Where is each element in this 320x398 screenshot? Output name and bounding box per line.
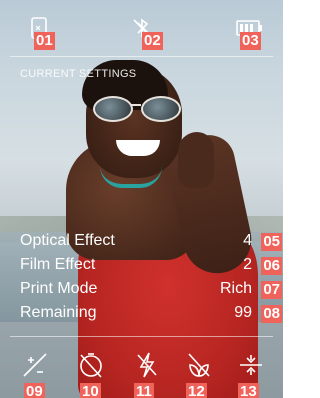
setting-row-optical-effect: Optical Effect 4 05 (20, 232, 282, 252)
macro-off-icon[interactable] (184, 350, 214, 380)
tag-07: 07 (261, 281, 282, 299)
tag-08: 08 (261, 305, 282, 323)
setting-label: Remaining (20, 304, 97, 321)
bottom-divider (10, 336, 273, 337)
setting-row-film-effect: Film Effect 2 06 (20, 256, 282, 276)
tag-09: 09 (24, 383, 45, 398)
tag-03: 03 (240, 32, 261, 50)
setting-row-print-mode: Print Mode Rich 07 (20, 280, 282, 300)
tag-05: 05 (261, 233, 282, 251)
settings-title: CURRENT SETTINGS (20, 68, 137, 80)
tag-10: 10 (80, 383, 101, 398)
tag-06: 06 (261, 257, 282, 275)
setting-label: Print Mode (20, 280, 98, 297)
setting-value: 4 (243, 232, 252, 249)
tag-13: 13 (238, 383, 259, 398)
tag-11: 11 (134, 383, 154, 398)
setting-value: Rich (219, 280, 252, 297)
setting-row-remaining: Remaining 99 08 (20, 304, 282, 324)
flash-off-icon[interactable] (132, 350, 162, 380)
setting-value: 99 (234, 304, 252, 321)
self-timer-off-icon[interactable] (76, 350, 106, 380)
tag-01: 01 (34, 32, 55, 50)
tag-12: 12 (186, 383, 207, 398)
settings-overlay: 01 02 03 CURRENT SETTINGS Optical Effect… (0, 0, 283, 398)
exposure-compensation-icon[interactable] (20, 350, 50, 380)
camera-screen: 01 02 03 CURRENT SETTINGS Optical Effect… (0, 0, 283, 398)
top-divider (10, 56, 273, 57)
status-bar: 01 02 03 (0, 0, 283, 56)
setting-value: 2 (243, 256, 252, 273)
level-icon[interactable] (236, 350, 266, 380)
setting-label: Film Effect (20, 256, 96, 273)
setting-label: Optical Effect (20, 232, 115, 249)
tag-02: 02 (142, 32, 163, 50)
